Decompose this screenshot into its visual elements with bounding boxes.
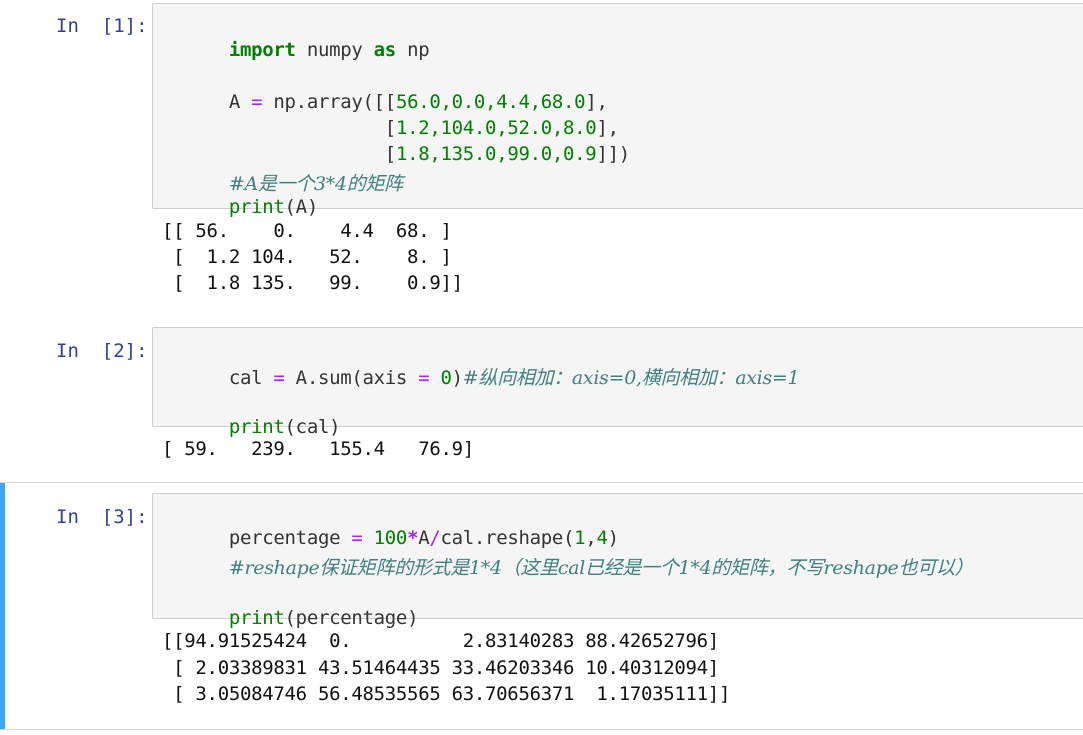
output-line: [ 1.8 135. 99. 0.9]] xyxy=(162,272,463,294)
code-text: ) xyxy=(451,367,463,389)
output-line: [ 2.03389831 43.51464435 33.46203346 10.… xyxy=(162,657,719,679)
input-prompt: In [1]: xyxy=(56,15,148,37)
keyword: as xyxy=(373,39,397,61)
keyword: import xyxy=(228,39,296,61)
output-line: [[ 56. 0. 4.4 68. ] xyxy=(162,220,452,242)
builtin-function: print xyxy=(228,416,285,438)
code-comment: #reshape保证矩阵的形式是1*4（这里cal已经是一个1*4的矩阵，不写r… xyxy=(228,557,974,579)
number-literal: 1.8,135.0,99.0,0.9 xyxy=(395,143,597,165)
operator: = xyxy=(273,367,285,389)
code-cell-1[interactable]: In [1]: import numpy as np A = np.array(… xyxy=(0,0,1083,312)
output-line: [[94.91525424 0. 2.83140283 88.42652796] xyxy=(162,630,719,652)
cell-divider xyxy=(0,729,1083,730)
code-text: (percentage) xyxy=(284,607,419,629)
code-text: np xyxy=(395,39,430,61)
builtin-function: print xyxy=(228,607,285,629)
code-text: numpy xyxy=(295,39,374,61)
output-line: [ 3.05084746 56.48535565 63.70656371 1.1… xyxy=(162,683,731,705)
output-line: [ 59. 239. 155.4 76.9] xyxy=(162,438,474,460)
code-text: (A) xyxy=(284,196,319,218)
code-comment: #纵向相加：axis=0,横向相加：axis=1 xyxy=(462,367,800,389)
input-prompt: In [2]: xyxy=(56,340,148,362)
code-text: ]]) xyxy=(596,143,630,165)
code-editor[interactable]: cal = A.sum(axis = 0)#纵向相加：axis=0,横向相加：a… xyxy=(152,327,1083,438)
number-literal: 0 xyxy=(440,367,452,389)
code-text: (cal) xyxy=(284,416,341,438)
builtin-function: print xyxy=(228,196,285,218)
code-cell-2[interactable]: In [2]: cal = A.sum(axis = 0)#纵向相加：axis=… xyxy=(0,312,1083,482)
operator: = xyxy=(418,367,430,389)
output-line: [ 1.2 104. 52. 8. ] xyxy=(162,246,452,268)
code-editor[interactable]: import numpy as np A = np.array([[56.0,0… xyxy=(152,3,1083,218)
code-editor[interactable]: percentage = 100*A/cal.reshape(1,4) #res… xyxy=(152,493,1083,629)
code-cell-3[interactable]: In [3]: percentage = 100*A/cal.reshape(1… xyxy=(0,482,1083,730)
code-text: cal xyxy=(228,367,274,389)
input-prompt: In [3]: xyxy=(56,506,148,528)
code-text: A.sum(axis xyxy=(284,367,419,389)
